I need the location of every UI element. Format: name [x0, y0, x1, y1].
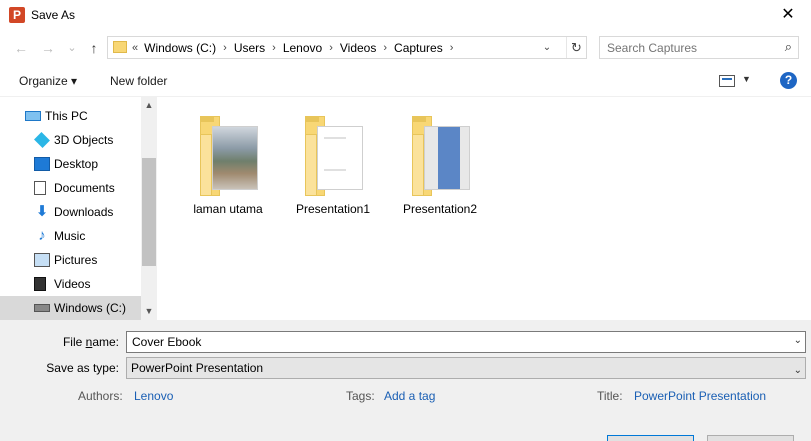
authors-label: Authors:	[78, 389, 123, 403]
save-as-type-select[interactable]: PowerPoint Presentation ⌄	[126, 357, 806, 379]
save-as-type-value: PowerPoint Presentation	[131, 361, 264, 375]
new-folder-button[interactable]: New folder	[110, 74, 167, 88]
change-view-icon[interactable]	[719, 75, 735, 87]
breadcrumb-videos[interactable]: Videos	[340, 41, 376, 55]
breadcrumb-chevron-icon[interactable]: ›	[376, 42, 394, 54]
save-as-type-label: Save as type:	[46, 361, 119, 375]
breadcrumb-overflow-icon[interactable]: «	[132, 42, 144, 54]
recent-locations-chevron-icon[interactable]: ⌄	[62, 38, 82, 58]
close-button[interactable]: ✕	[765, 0, 811, 32]
breadcrumb-chevron-icon[interactable]: ›	[216, 42, 234, 54]
folder-item-laman-utama[interactable]: laman utama	[178, 112, 278, 222]
breadcrumb: « Windows (C:) › Users › Lenovo › Videos…	[132, 37, 460, 58]
sidebar-item-3d-objects[interactable]: 3D Objects	[0, 128, 141, 152]
file-name-label: Presentation2	[402, 202, 478, 216]
download-arrow-icon: ⬇	[35, 203, 49, 220]
forward-arrow-icon[interactable]: →	[38, 38, 58, 58]
scroll-up-arrow-icon[interactable]: ▲	[141, 97, 157, 114]
sidebar-item-this-pc[interactable]: This PC	[0, 104, 141, 128]
file-name-label: laman utama	[193, 202, 263, 216]
folder-icon	[113, 41, 127, 53]
command-toolbar: Organize ▾ New folder ▼ ?	[0, 64, 811, 97]
folder-icon	[412, 116, 470, 196]
navigation-pane: This PC 3D Objects Desktop Documents ⬇ D…	[0, 97, 157, 320]
refresh-icon[interactable]: ↻	[566, 37, 586, 58]
navigation-pane-scrollbar[interactable]: ▲ ▼	[141, 97, 157, 320]
sidebar-item-label: 3D Objects	[54, 133, 114, 147]
desktop-icon	[34, 157, 50, 171]
breadcrumb-users[interactable]: Users	[234, 41, 265, 55]
title-bar: P Save As ✕	[0, 0, 811, 32]
sidebar-item-windows-c[interactable]: Windows (C:)	[0, 296, 141, 320]
picture-icon	[34, 253, 50, 267]
photo-thumbnail	[212, 126, 258, 190]
search-input[interactable]	[600, 37, 770, 58]
folder-icon	[305, 116, 363, 196]
sidebar-item-label: Music	[54, 229, 86, 243]
cancel-button[interactable]	[707, 435, 794, 441]
folder-icon	[200, 116, 258, 196]
view-options-dropdown-icon[interactable]: ▼	[742, 74, 751, 84]
sidebar-item-videos[interactable]: Videos	[0, 272, 141, 296]
document-thumbnail	[317, 126, 363, 190]
music-note-icon: ♪	[38, 227, 46, 244]
file-name-field[interactable]: ⌄	[126, 331, 806, 353]
breadcrumb-chevron-icon[interactable]: ›	[322, 42, 340, 54]
computer-icon	[25, 111, 41, 121]
title-label: Title:	[597, 389, 623, 403]
cube-icon	[34, 132, 50, 148]
sidebar-item-downloads[interactable]: ⬇ Downloads	[0, 200, 141, 224]
breadcrumb-windows-c[interactable]: Windows (C:)	[144, 41, 216, 55]
save-button[interactable]	[607, 435, 694, 441]
sidebar-item-label: Pictures	[54, 253, 98, 267]
sidebar-item-music[interactable]: ♪ Music	[0, 224, 141, 248]
authors-value[interactable]: Lenovo	[134, 389, 173, 403]
sidebar-item-label: Videos	[54, 277, 91, 291]
breadcrumb-captures[interactable]: Captures	[394, 41, 443, 55]
up-arrow-icon[interactable]: ↑	[84, 38, 104, 58]
film-icon	[34, 277, 46, 291]
window-title: Save As	[31, 8, 76, 22]
sidebar-item-label: Downloads	[54, 205, 114, 219]
address-dropdown-chevron-icon[interactable]: ⌄	[538, 37, 556, 58]
folder-item-presentation1[interactable]: Presentation1	[283, 112, 383, 222]
sidebar-item-label: Desktop	[54, 157, 99, 171]
breadcrumb-chevron-icon[interactable]: ›	[443, 42, 461, 54]
file-list-pane: laman utama Presentation1 Presentation2	[158, 97, 811, 320]
drive-icon	[34, 304, 50, 312]
file-name-label: File name:	[62, 335, 119, 349]
chevron-down-icon[interactable]: ⌄	[794, 361, 802, 381]
sidebar-item-desktop[interactable]: Desktop	[0, 152, 141, 176]
sidebar-item-label: Windows (C:)	[54, 301, 127, 315]
title-value[interactable]: PowerPoint Presentation	[634, 389, 766, 403]
sidebar-item-documents[interactable]: Documents	[0, 176, 141, 200]
scroll-down-arrow-icon[interactable]: ▼	[141, 303, 157, 320]
search-box[interactable]: ⌕	[599, 36, 799, 59]
file-name-label: Presentation1	[295, 202, 371, 216]
breadcrumb-chevron-icon[interactable]: ›	[265, 42, 283, 54]
tags-label: Tags:	[346, 389, 375, 403]
chevron-down-icon[interactable]: ⌄	[794, 335, 802, 346]
tags-value[interactable]: Add a tag	[384, 389, 435, 403]
folder-item-presentation2[interactable]: Presentation2	[390, 112, 490, 222]
document-icon	[34, 181, 46, 195]
search-icon[interactable]: ⌕	[785, 39, 792, 55]
sidebar-item-pictures[interactable]: Pictures	[0, 248, 141, 272]
powerpoint-app-icon: P	[9, 7, 25, 23]
sidebar-item-label: This PC	[45, 109, 88, 123]
breadcrumb-lenovo[interactable]: Lenovo	[283, 41, 322, 55]
navigation-bar: ← → ⌄ ↑ « Windows (C:) › Users › Lenovo …	[0, 32, 811, 64]
save-options-panel: File name: ⌄ Save as type: PowerPoint Pr…	[0, 320, 811, 441]
scrollbar-thumb[interactable]	[142, 158, 156, 266]
screenshot-thumbnail	[424, 126, 470, 190]
help-icon[interactable]: ?	[780, 72, 797, 89]
sidebar-item-label: Documents	[54, 181, 115, 195]
file-name-input[interactable]	[127, 332, 777, 352]
organize-button[interactable]: Organize ▾	[19, 74, 77, 88]
back-arrow-icon[interactable]: ←	[11, 38, 31, 58]
address-bar[interactable]: « Windows (C:) › Users › Lenovo › Videos…	[107, 36, 587, 59]
